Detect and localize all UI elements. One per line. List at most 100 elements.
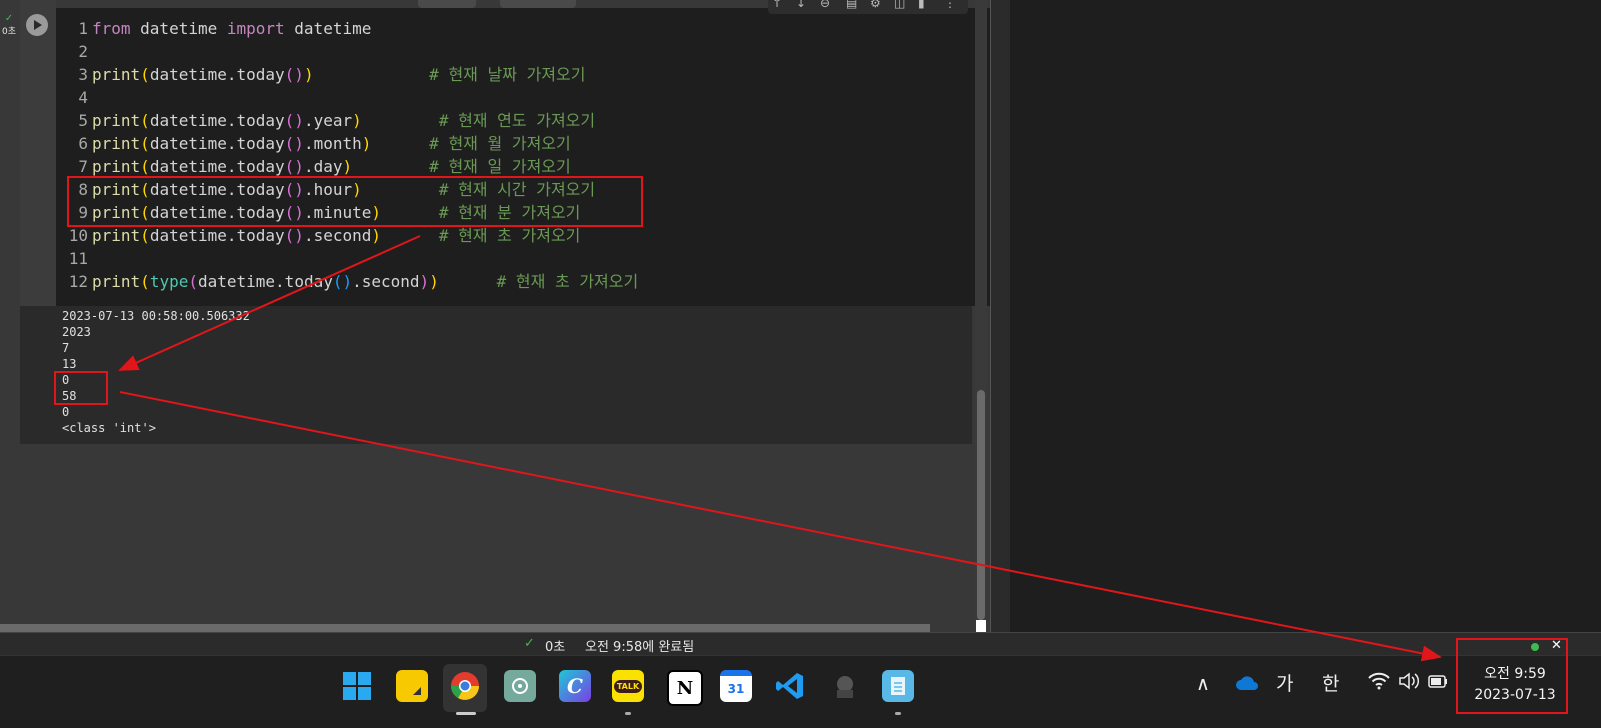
add-code-button[interactable] <box>418 0 476 8</box>
code-token: ) <box>371 226 382 245</box>
code-token: print <box>92 272 141 291</box>
code-token: .year <box>303 111 353 130</box>
ime-language-indicator[interactable]: 한 <box>1322 670 1339 698</box>
code-line[interactable]: 1 from datetime import datetime <box>56 17 371 40</box>
chatgpt-icon[interactable] <box>504 670 536 702</box>
code-token: .second <box>303 226 372 245</box>
line-number: 5 <box>78 111 88 130</box>
code-token: print <box>92 157 141 176</box>
code-token: # 현재 초 가져오기 <box>438 226 581 245</box>
code-token: print <box>92 134 141 153</box>
code-line[interactable]: 3 print(datetime.today()) # 현재 날짜 가져오기 <box>56 63 585 86</box>
cell-exec-status: ✓ 0초 <box>0 14 18 38</box>
output-line: 13 <box>62 357 77 371</box>
status-bar: ✓ 0초 오전 9:58에 완료됨 <box>0 632 1601 655</box>
code-token: print <box>92 226 141 245</box>
vertical-scroll-thumb[interactable] <box>977 390 985 620</box>
battery-icon[interactable] <box>1427 670 1449 698</box>
volume-icon[interactable] <box>1398 670 1420 698</box>
code-line[interactable]: 2 <box>56 40 92 63</box>
pane-divider[interactable] <box>990 0 1011 640</box>
show-hidden-icons-chevron[interactable]: ∧ <box>1196 670 1210 698</box>
scroll-corner <box>976 620 986 632</box>
code-token: () <box>284 111 304 130</box>
output-line: 2023-07-13 00:58:00.506332 <box>62 309 250 323</box>
code-token: .second <box>352 272 420 291</box>
code-token: ) <box>303 65 314 84</box>
onedrive-icon[interactable] <box>1236 670 1258 698</box>
notebook-pane: ✓ 0초 1 from datetime import datetime 2 3 pri… <box>0 0 990 640</box>
code-token: ( <box>140 226 150 245</box>
kakaotalk-icon[interactable]: TALK <box>612 670 644 702</box>
line-number: 7 <box>78 157 88 176</box>
windows-start-icon[interactable] <box>341 670 373 702</box>
gear-icon[interactable]: ⚙ <box>870 0 881 10</box>
link-icon[interactable]: ⊖ <box>820 0 830 10</box>
wifi-icon[interactable] <box>1368 670 1390 698</box>
output-line: 0 <box>62 405 70 419</box>
code-line[interactable]: 7 print(datetime.today().day) # 현재 일 가져오기 <box>56 155 570 178</box>
annotation-box-clock <box>1456 638 1568 714</box>
annotation-box-code <box>67 176 643 227</box>
code-token: datetime.today <box>149 65 285 84</box>
notion-icon[interactable]: N <box>667 670 703 706</box>
code-line[interactable]: 10 print(datetime.today().second) # 현재 초 … <box>56 224 581 247</box>
code-line[interactable]: 4 <box>56 86 92 109</box>
vscode-icon[interactable] <box>774 670 806 702</box>
code-token: ) <box>352 111 362 130</box>
taskbar: C TALK N 31 ∧ 가 한 오전 9:59 2023-07-13 ✕ <box>0 638 1601 728</box>
line-number: 4 <box>78 88 88 107</box>
code-token: ( <box>140 65 150 84</box>
arrow-down-icon[interactable]: ↓ <box>796 0 806 10</box>
code-line[interactable]: 12 print(type(datetime.today().second)) #… <box>56 270 638 293</box>
code-token: datetime.today <box>149 157 285 176</box>
cell-toolbar: ↑ ↓ ⊖ ▤ ⚙ ◫ ▮ ⋮ <box>768 0 968 14</box>
exec-completed-time: 오전 9:58에 완료됨 <box>585 640 695 655</box>
code-token: import <box>226 19 285 38</box>
code-token: datetime <box>284 19 372 38</box>
comment-icon[interactable]: ▤ <box>846 0 857 10</box>
mirror-icon[interactable]: ◫ <box>894 0 905 10</box>
chrome-icon[interactable] <box>449 670 481 702</box>
line-number: 10 <box>68 226 88 245</box>
output-line: <class 'int'> <box>62 421 156 435</box>
code-token: .month <box>303 134 362 153</box>
code-token: print <box>92 111 141 130</box>
annotation-box-output <box>54 371 108 405</box>
horizontal-scrollbar[interactable] <box>0 624 930 632</box>
trash-icon[interactable]: ▮ <box>918 0 925 10</box>
code-token: () <box>284 134 304 153</box>
code-token: () <box>284 157 304 176</box>
running-indicator <box>625 712 631 715</box>
check-icon: ✓ <box>524 636 535 651</box>
app-icon[interactable] <box>829 670 861 702</box>
arrow-up-icon[interactable]: ↑ <box>772 0 782 10</box>
code-token: () <box>332 272 353 291</box>
code-editor[interactable]: 1 from datetime import datetime 2 3 print(da… <box>56 8 990 306</box>
code-token: ) <box>429 272 439 291</box>
add-text-button[interactable] <box>500 0 576 8</box>
code-token: datetime.today <box>197 272 333 291</box>
more-icon[interactable]: ⋮ <box>944 0 956 10</box>
code-token: datetime.today <box>149 134 285 153</box>
code-token: # 현재 초 가져오기 <box>496 272 639 291</box>
code-line[interactable]: 6 print(datetime.today().month) # 현재 월 가져… <box>56 132 570 155</box>
exec-duration: 0초 <box>545 640 566 655</box>
code-line[interactable]: 11 <box>56 247 92 270</box>
notepad-icon[interactable] <box>882 670 914 702</box>
code-token: ) <box>419 272 430 291</box>
canva-icon[interactable]: C <box>559 670 591 702</box>
sticky-notes-icon[interactable] <box>396 670 428 702</box>
calendar-icon[interactable]: 31 <box>720 670 752 702</box>
code-token: print <box>92 65 141 84</box>
code-token: ( <box>140 272 150 291</box>
ime-mode-indicator[interactable]: 가 <box>1276 670 1293 698</box>
code-line[interactable]: 5 print(datetime.today().year) # 현재 연도 가져… <box>56 109 595 132</box>
run-cell-button[interactable] <box>26 14 48 36</box>
line-number: 11 <box>68 249 88 268</box>
